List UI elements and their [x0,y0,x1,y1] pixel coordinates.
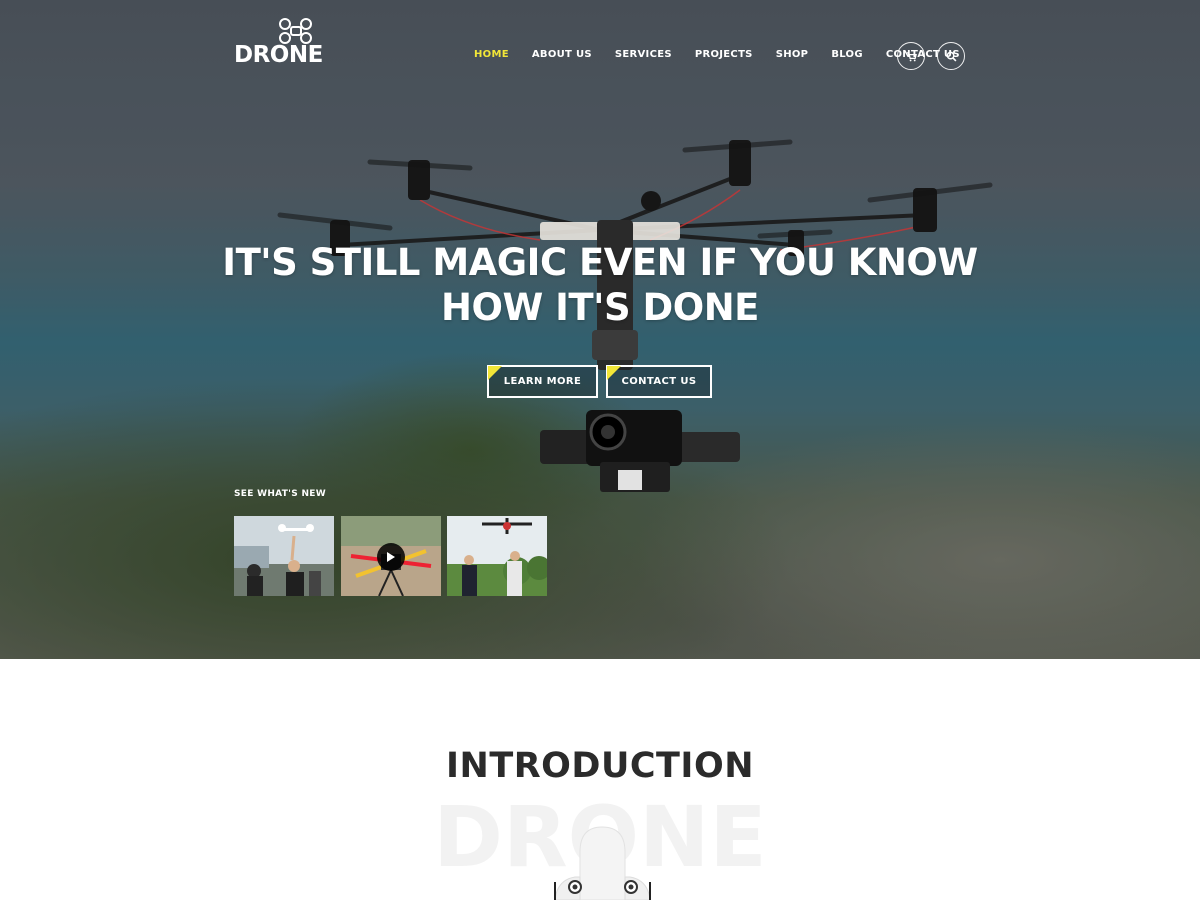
pilots-with-controllers-image [447,516,547,596]
nav-item-about-us[interactable]: ABOUT US [532,49,592,60]
whats-new-label: SEE WHAT'S NEW [234,489,326,499]
play-icon [387,552,395,562]
hero-headline-line-2: HOW IT'S DONE [441,286,759,329]
search-button[interactable] [937,42,965,70]
cart-button[interactable] [897,42,925,70]
people-launching-drone-image [234,516,334,596]
hero-headline: IT'S STILL MAGIC EVEN IF YOU KNOW HOW IT… [200,240,1000,330]
whats-new-thumbnail-1[interactable] [234,516,334,596]
nav-item-shop[interactable]: SHOP [776,49,809,60]
hero-section: DRONE HOME ABOUT US SERVICES PROJECTS SH… [0,0,1200,659]
nav-item-projects[interactable]: PROJECTS [695,49,753,60]
accent-corner [607,366,621,380]
nav-item-home[interactable]: HOME [474,49,509,60]
quadcopter-logo-icon [279,18,312,44]
learn-more-label: LEARN MORE [503,376,582,387]
learn-more-button[interactable]: LEARN MORE [487,365,598,398]
hero-headline-line-1: IT'S STILL MAGIC EVEN IF YOU KNOW [222,241,978,284]
whats-new-thumbnail-3[interactable] [447,516,547,596]
whats-new-thumbnail-2[interactable] [341,516,441,596]
contact-us-button[interactable]: CONTACT US [606,365,712,398]
accent-corner [488,366,502,380]
nav-item-blog[interactable]: BLOG [831,49,863,60]
site-logo[interactable]: DRONE [234,18,323,68]
contact-us-label: CONTACT US [621,376,697,387]
nav-item-services[interactable]: SERVICES [615,49,672,60]
white-drone-image [554,826,651,900]
search-icon [946,51,956,61]
intro-title: INTRODUCTION [446,746,754,786]
brand-name: DRONE [234,42,323,68]
cart-icon [906,51,917,61]
play-button[interactable] [377,543,405,571]
